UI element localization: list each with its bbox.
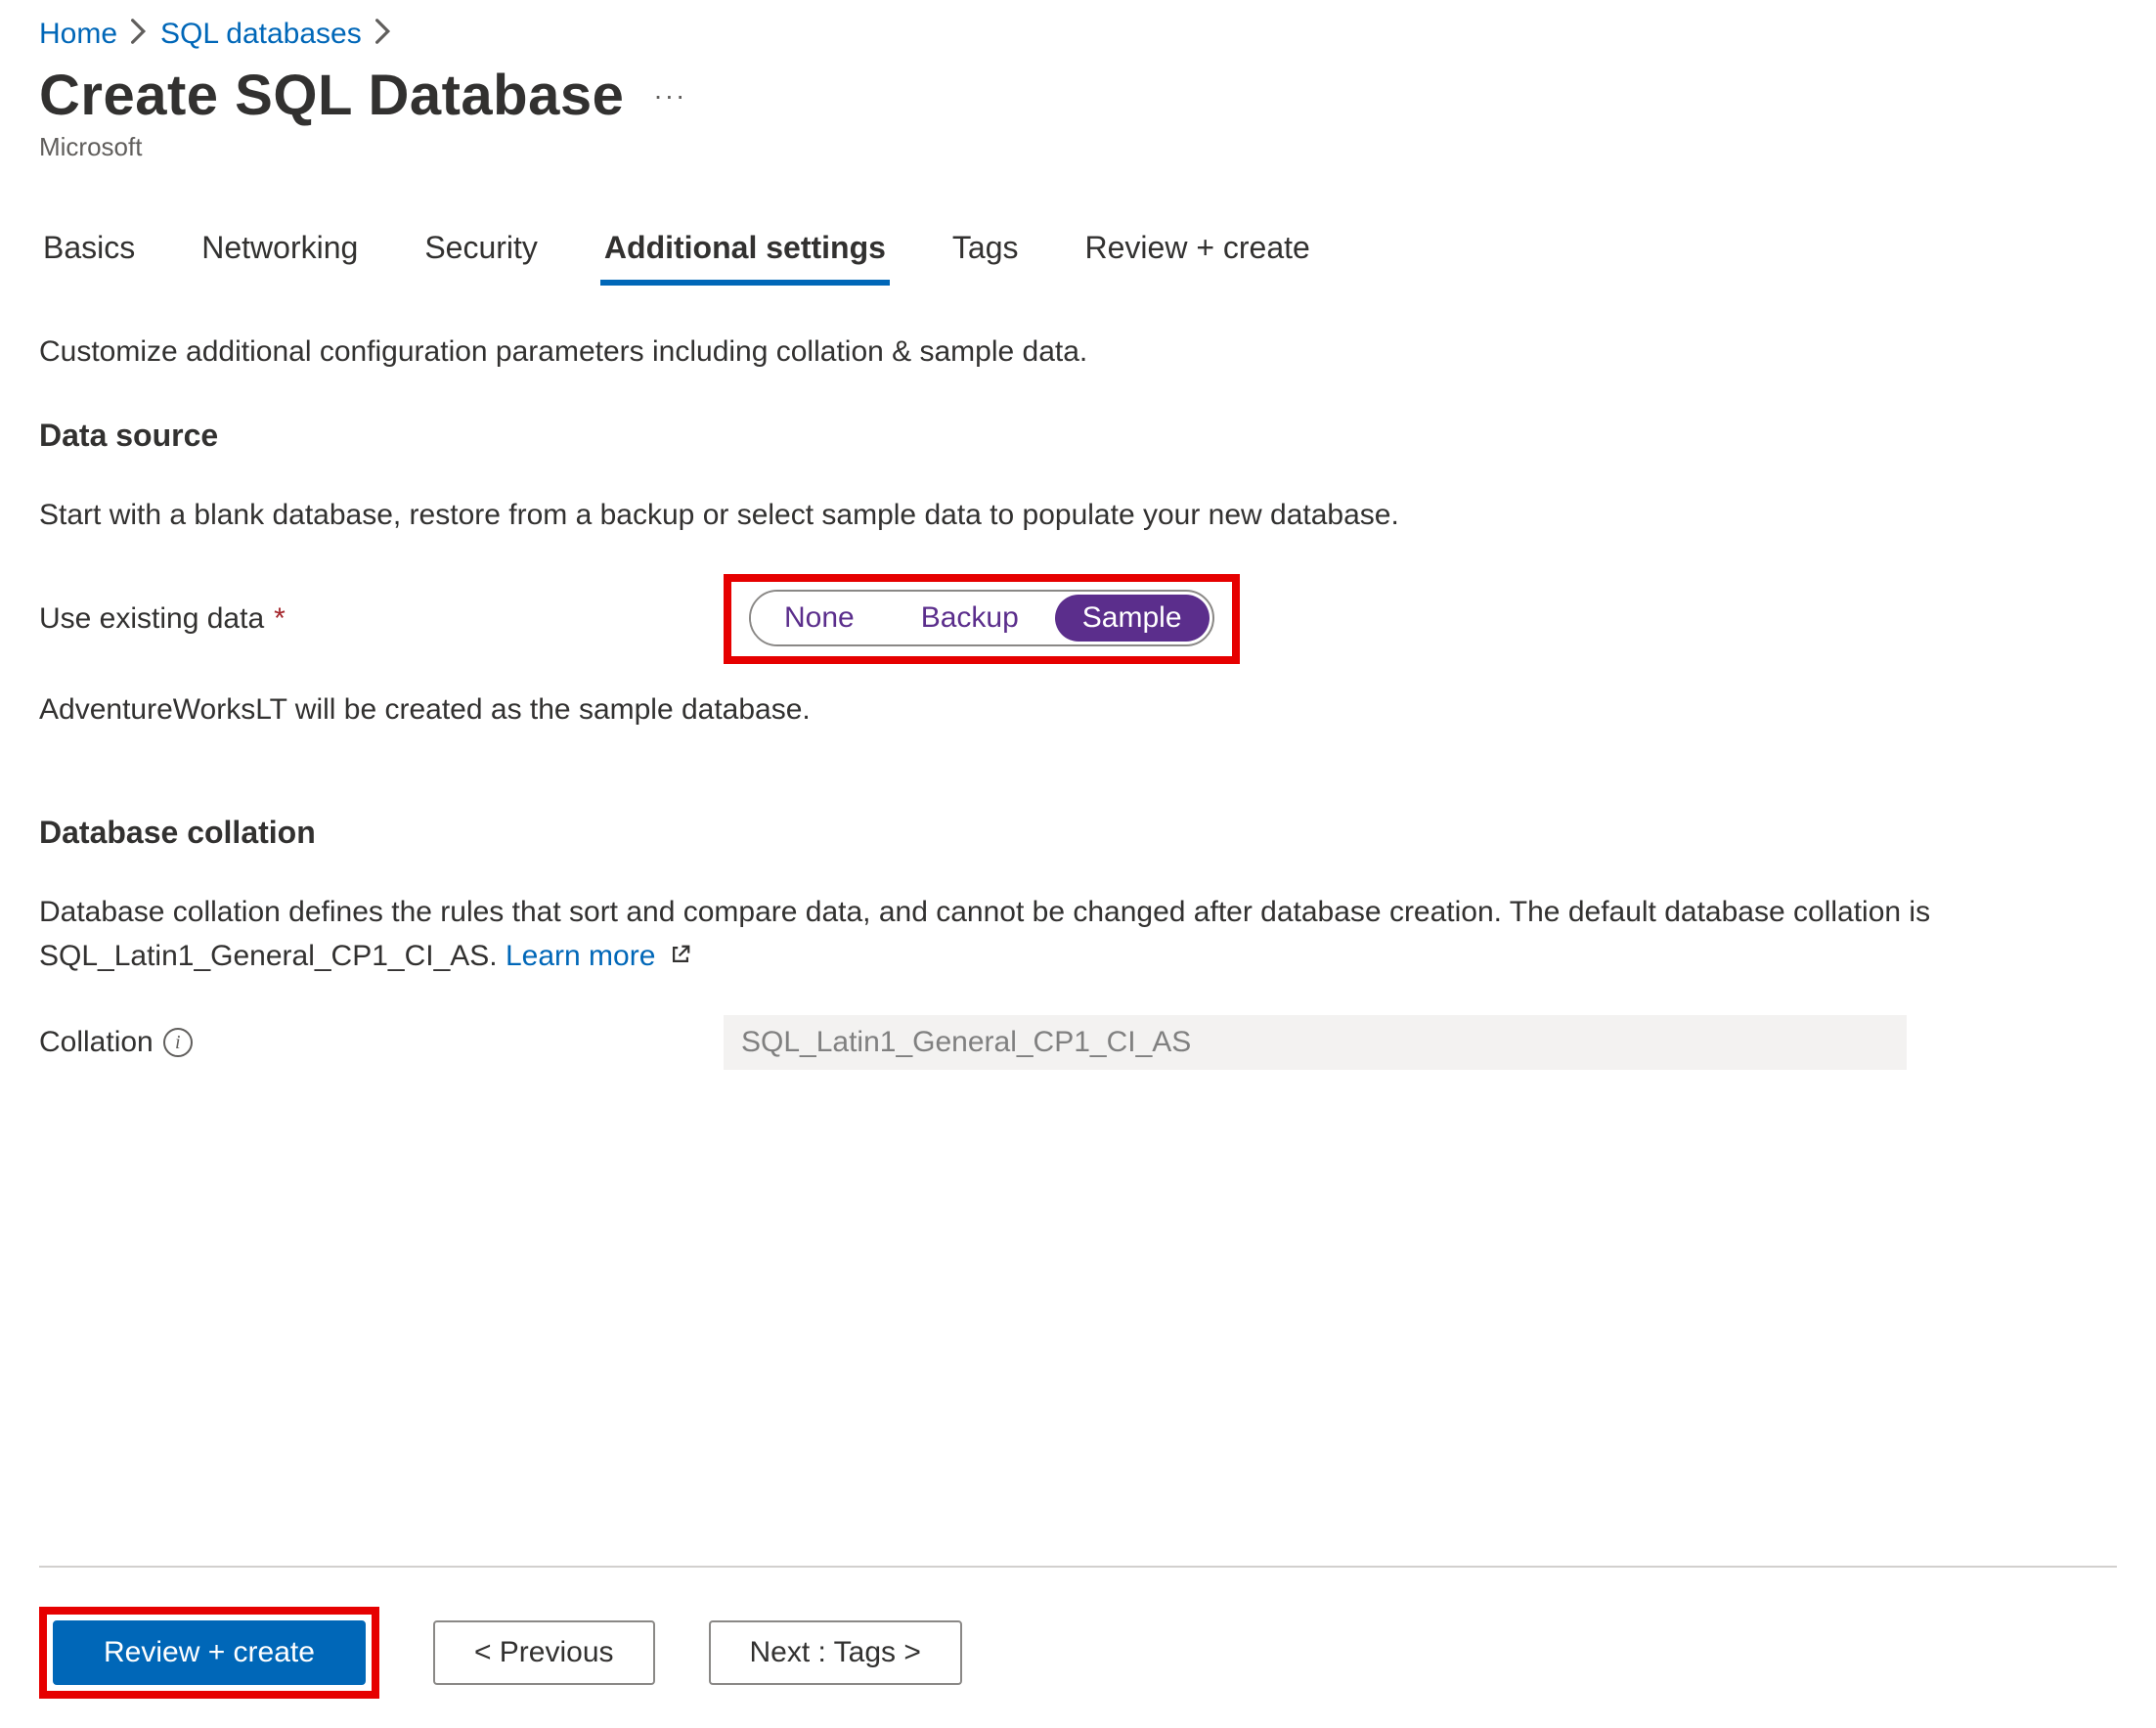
breadcrumb-item-sql-databases[interactable]: SQL databases (160, 18, 362, 51)
page-title: Create SQL Database (39, 63, 624, 128)
intro-text: Customize additional configuration param… (39, 330, 2117, 374)
tab-security[interactable]: Security (420, 216, 542, 286)
next-button[interactable]: Next : Tags > (709, 1620, 962, 1685)
tab-basics[interactable]: Basics (39, 216, 139, 286)
footer-action-bar: Review + create < Previous Next : Tags > (39, 1566, 2117, 1728)
breadcrumb: Home SQL databases (39, 18, 2117, 51)
collation-heading: Database collation (39, 815, 2117, 851)
collation-description: Database collation defines the rules tha… (39, 890, 1956, 978)
segment-option-none[interactable]: None (751, 592, 888, 644)
previous-button[interactable]: < Previous (433, 1620, 655, 1685)
review-create-button[interactable]: Review + create (53, 1620, 366, 1685)
chevron-right-icon (375, 19, 391, 51)
data-source-description: Start with a blank database, restore fro… (39, 493, 2117, 537)
required-indicator: * (274, 602, 286, 636)
sample-database-hint: AdventureWorksLT will be created as the … (39, 693, 2117, 727)
highlight-annotation: Review + create (39, 1607, 379, 1699)
segment-option-backup[interactable]: Backup (888, 592, 1052, 644)
use-existing-data-segmented: None Backup Sample (749, 590, 1214, 646)
use-existing-data-label: Use existing data * (39, 602, 724, 636)
page-subtitle: Microsoft (39, 132, 2117, 162)
segment-option-sample[interactable]: Sample (1055, 595, 1210, 642)
collation-label: Collation i (39, 1026, 724, 1059)
chevron-right-icon (131, 19, 147, 51)
collation-learn-more-link[interactable]: Learn more (506, 940, 691, 972)
tab-bar: Basics Networking Security Additional se… (39, 216, 2117, 286)
tab-networking[interactable]: Networking (198, 216, 362, 286)
tab-tags[interactable]: Tags (948, 216, 1023, 286)
tab-review-create[interactable]: Review + create (1081, 216, 1314, 286)
highlight-annotation: None Backup Sample (724, 574, 1240, 664)
collation-input[interactable] (724, 1015, 1907, 1070)
breadcrumb-item-home[interactable]: Home (39, 18, 117, 51)
more-actions-button[interactable]: ··· (653, 80, 686, 111)
external-link-icon (670, 934, 691, 978)
info-icon[interactable]: i (163, 1028, 193, 1057)
tab-additional-settings[interactable]: Additional settings (600, 216, 890, 286)
data-source-heading: Data source (39, 418, 2117, 454)
